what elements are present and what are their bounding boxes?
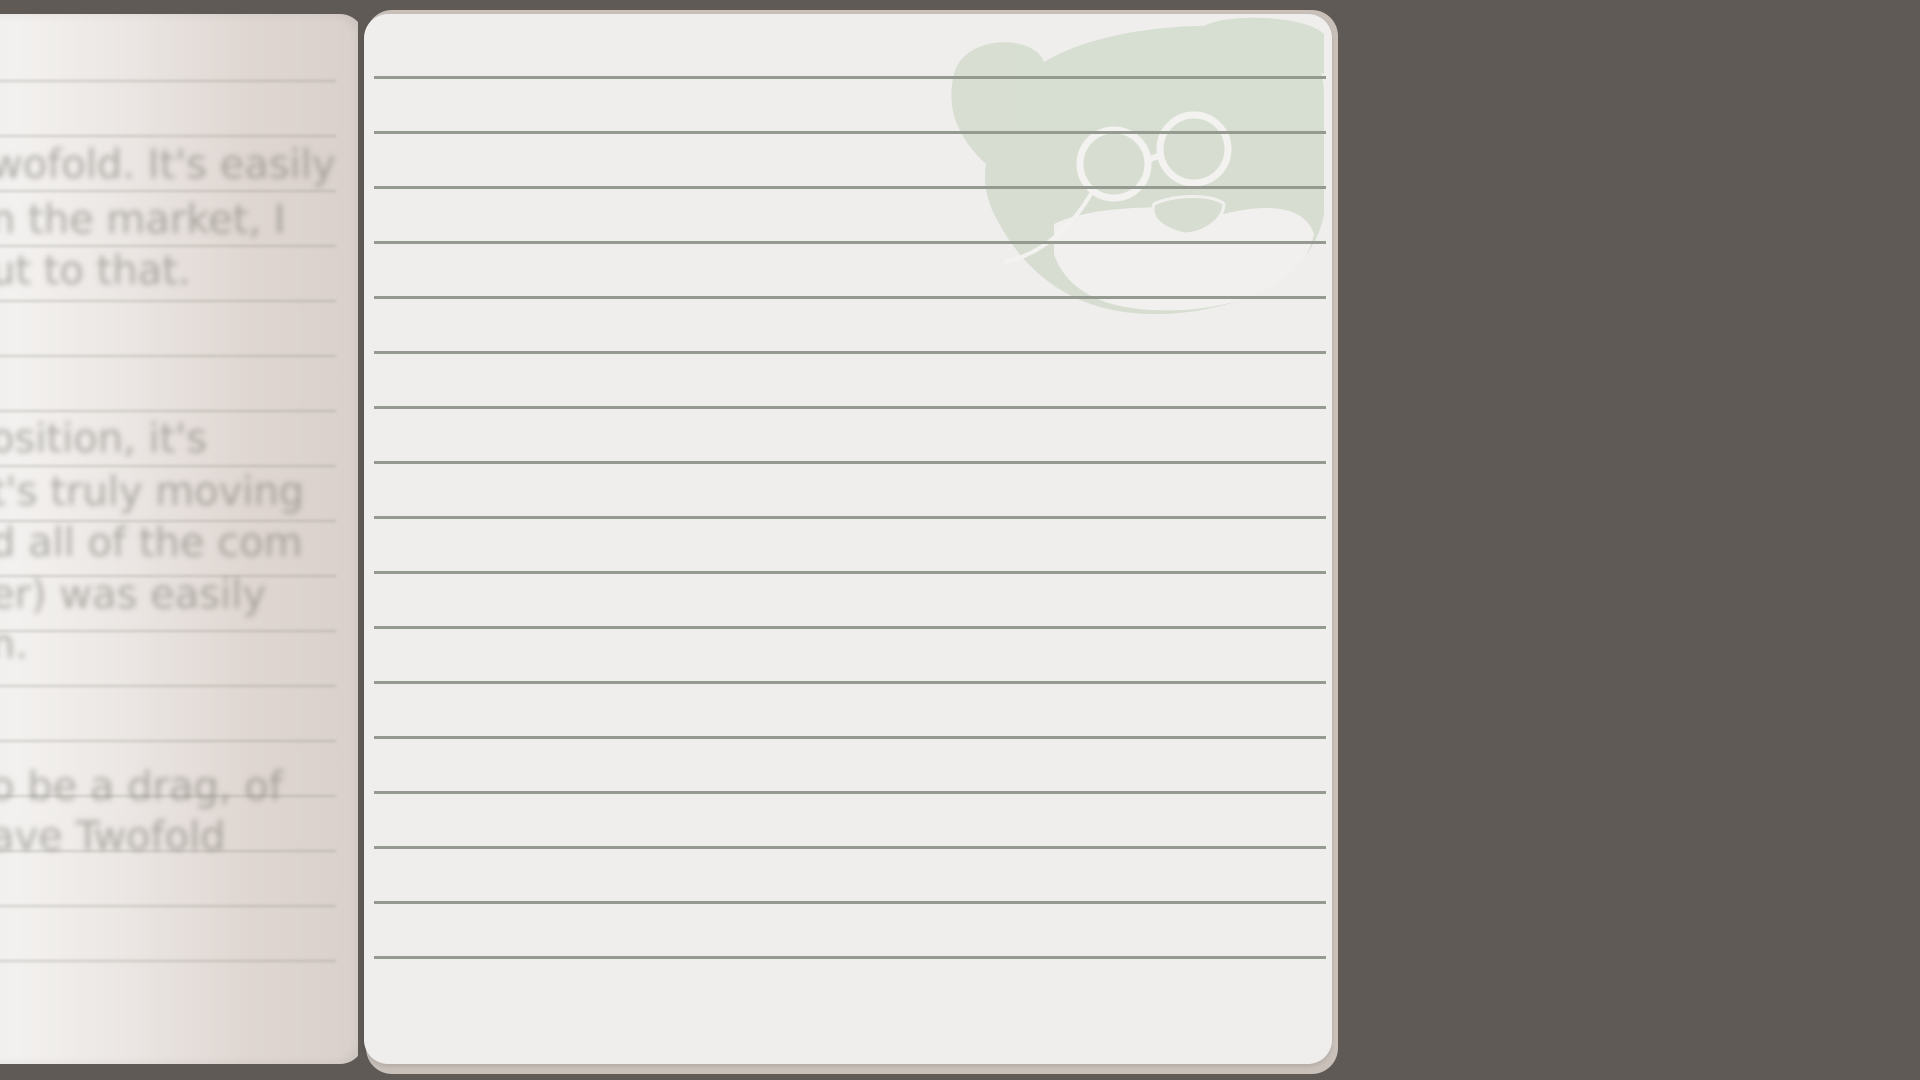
ruled-line — [374, 186, 1326, 189]
ruled-line — [374, 901, 1326, 904]
left-text-line: n. — [0, 622, 29, 668]
left-text-line: osition, it's — [0, 416, 208, 462]
left-text-line: d all of the com — [0, 520, 303, 566]
ruled-line — [374, 76, 1326, 79]
left-text-line: ut to that. — [0, 248, 191, 294]
ruled-line — [374, 131, 1326, 134]
ruled-line — [374, 626, 1326, 629]
left-page: wofold. It's easily n the market, I ut t… — [0, 14, 364, 1064]
left-text-line: n the market, I — [0, 197, 286, 243]
left-text-line: t's truly moving — [0, 469, 305, 515]
ruled-line — [374, 681, 1326, 684]
ruled-line — [374, 956, 1326, 959]
left-text-line: ave Twofold — [0, 814, 226, 860]
ruled-line — [374, 516, 1326, 519]
ruled-line — [374, 736, 1326, 739]
left-text-line: o be a drag, of — [0, 764, 283, 810]
ruled-line — [374, 351, 1326, 354]
ruled-line — [374, 846, 1326, 849]
ruled-line — [374, 571, 1326, 574]
ruled-line — [374, 296, 1326, 299]
notebook-scene: wofold. It's easily n the market, I ut t… — [0, 0, 1920, 1080]
ruled-line — [374, 241, 1326, 244]
bear-with-glasses-icon — [951, 17, 1324, 315]
left-text-line: wofold. It's easily — [0, 142, 336, 188]
right-page[interactable] — [364, 14, 1332, 1064]
ruled-line — [374, 461, 1326, 464]
left-page-text: wofold. It's easily n the market, I ut t… — [0, 14, 364, 1064]
left-text-line: er) was easily — [0, 572, 267, 618]
ruled-line — [374, 406, 1326, 409]
ruled-line — [374, 791, 1326, 794]
